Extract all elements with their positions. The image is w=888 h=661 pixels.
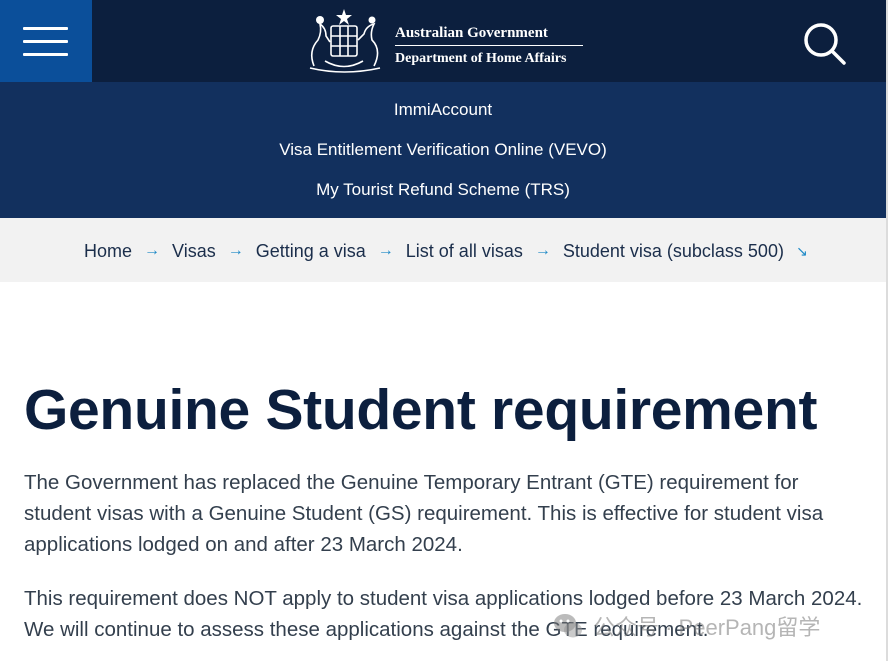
search-icon bbox=[804, 23, 846, 65]
watermark: 公众号 · PeerPang留学 bbox=[553, 609, 820, 643]
menu-button[interactable] bbox=[0, 0, 92, 82]
intro-paragraph: The Government has replaced the Genuine … bbox=[24, 471, 824, 556]
logo-line-1: Australian Government bbox=[395, 24, 583, 46]
breadcrumb-list-of-all-visas[interactable]: List of all visas bbox=[406, 241, 523, 262]
hamburger-icon-line bbox=[23, 40, 68, 43]
search-button[interactable] bbox=[800, 19, 848, 67]
breadcrumb-student-visa[interactable]: Student visa (subclass 500) bbox=[563, 241, 784, 262]
breadcrumb-visas[interactable]: Visas bbox=[172, 241, 216, 262]
hamburger-icon-line bbox=[23, 53, 68, 56]
breadcrumb-home[interactable]: Home bbox=[84, 241, 132, 262]
site-header: Australian Government Department of Home… bbox=[0, 0, 886, 82]
link-immiaccount[interactable]: ImmiAccount bbox=[0, 100, 886, 120]
coat-of-arms-icon bbox=[309, 9, 381, 73]
hamburger-icon bbox=[23, 27, 68, 30]
arrow-down-right-icon[interactable]: ↘ bbox=[796, 243, 808, 260]
breadcrumb-getting-a-visa[interactable]: Getting a visa bbox=[256, 241, 366, 262]
arrow-right-icon: → bbox=[377, 242, 394, 259]
arrow-right-icon: → bbox=[144, 242, 161, 259]
watermark-text: 公众号 · PeerPang留学 bbox=[593, 615, 821, 640]
link-trs[interactable]: My Tourist Refund Scheme (TRS) bbox=[0, 180, 886, 200]
arrow-right-icon: → bbox=[534, 242, 551, 259]
wechat-icon bbox=[554, 614, 582, 638]
page-title: Genuine Student requirement bbox=[24, 378, 818, 442]
logo-text: Australian Government Department of Home… bbox=[395, 24, 583, 68]
quick-links: ImmiAccount Visa Entitlement Verificatio… bbox=[0, 82, 886, 218]
link-vevo[interactable]: Visa Entitlement Verification Online (VE… bbox=[0, 140, 886, 160]
government-logo[interactable]: Australian Government Department of Home… bbox=[300, 6, 590, 76]
logo-line-2: Department of Home Affairs bbox=[395, 51, 567, 66]
breadcrumb: Home → Visas → Getting a visa → List of … bbox=[0, 218, 886, 282]
arrow-right-icon: → bbox=[227, 242, 244, 259]
